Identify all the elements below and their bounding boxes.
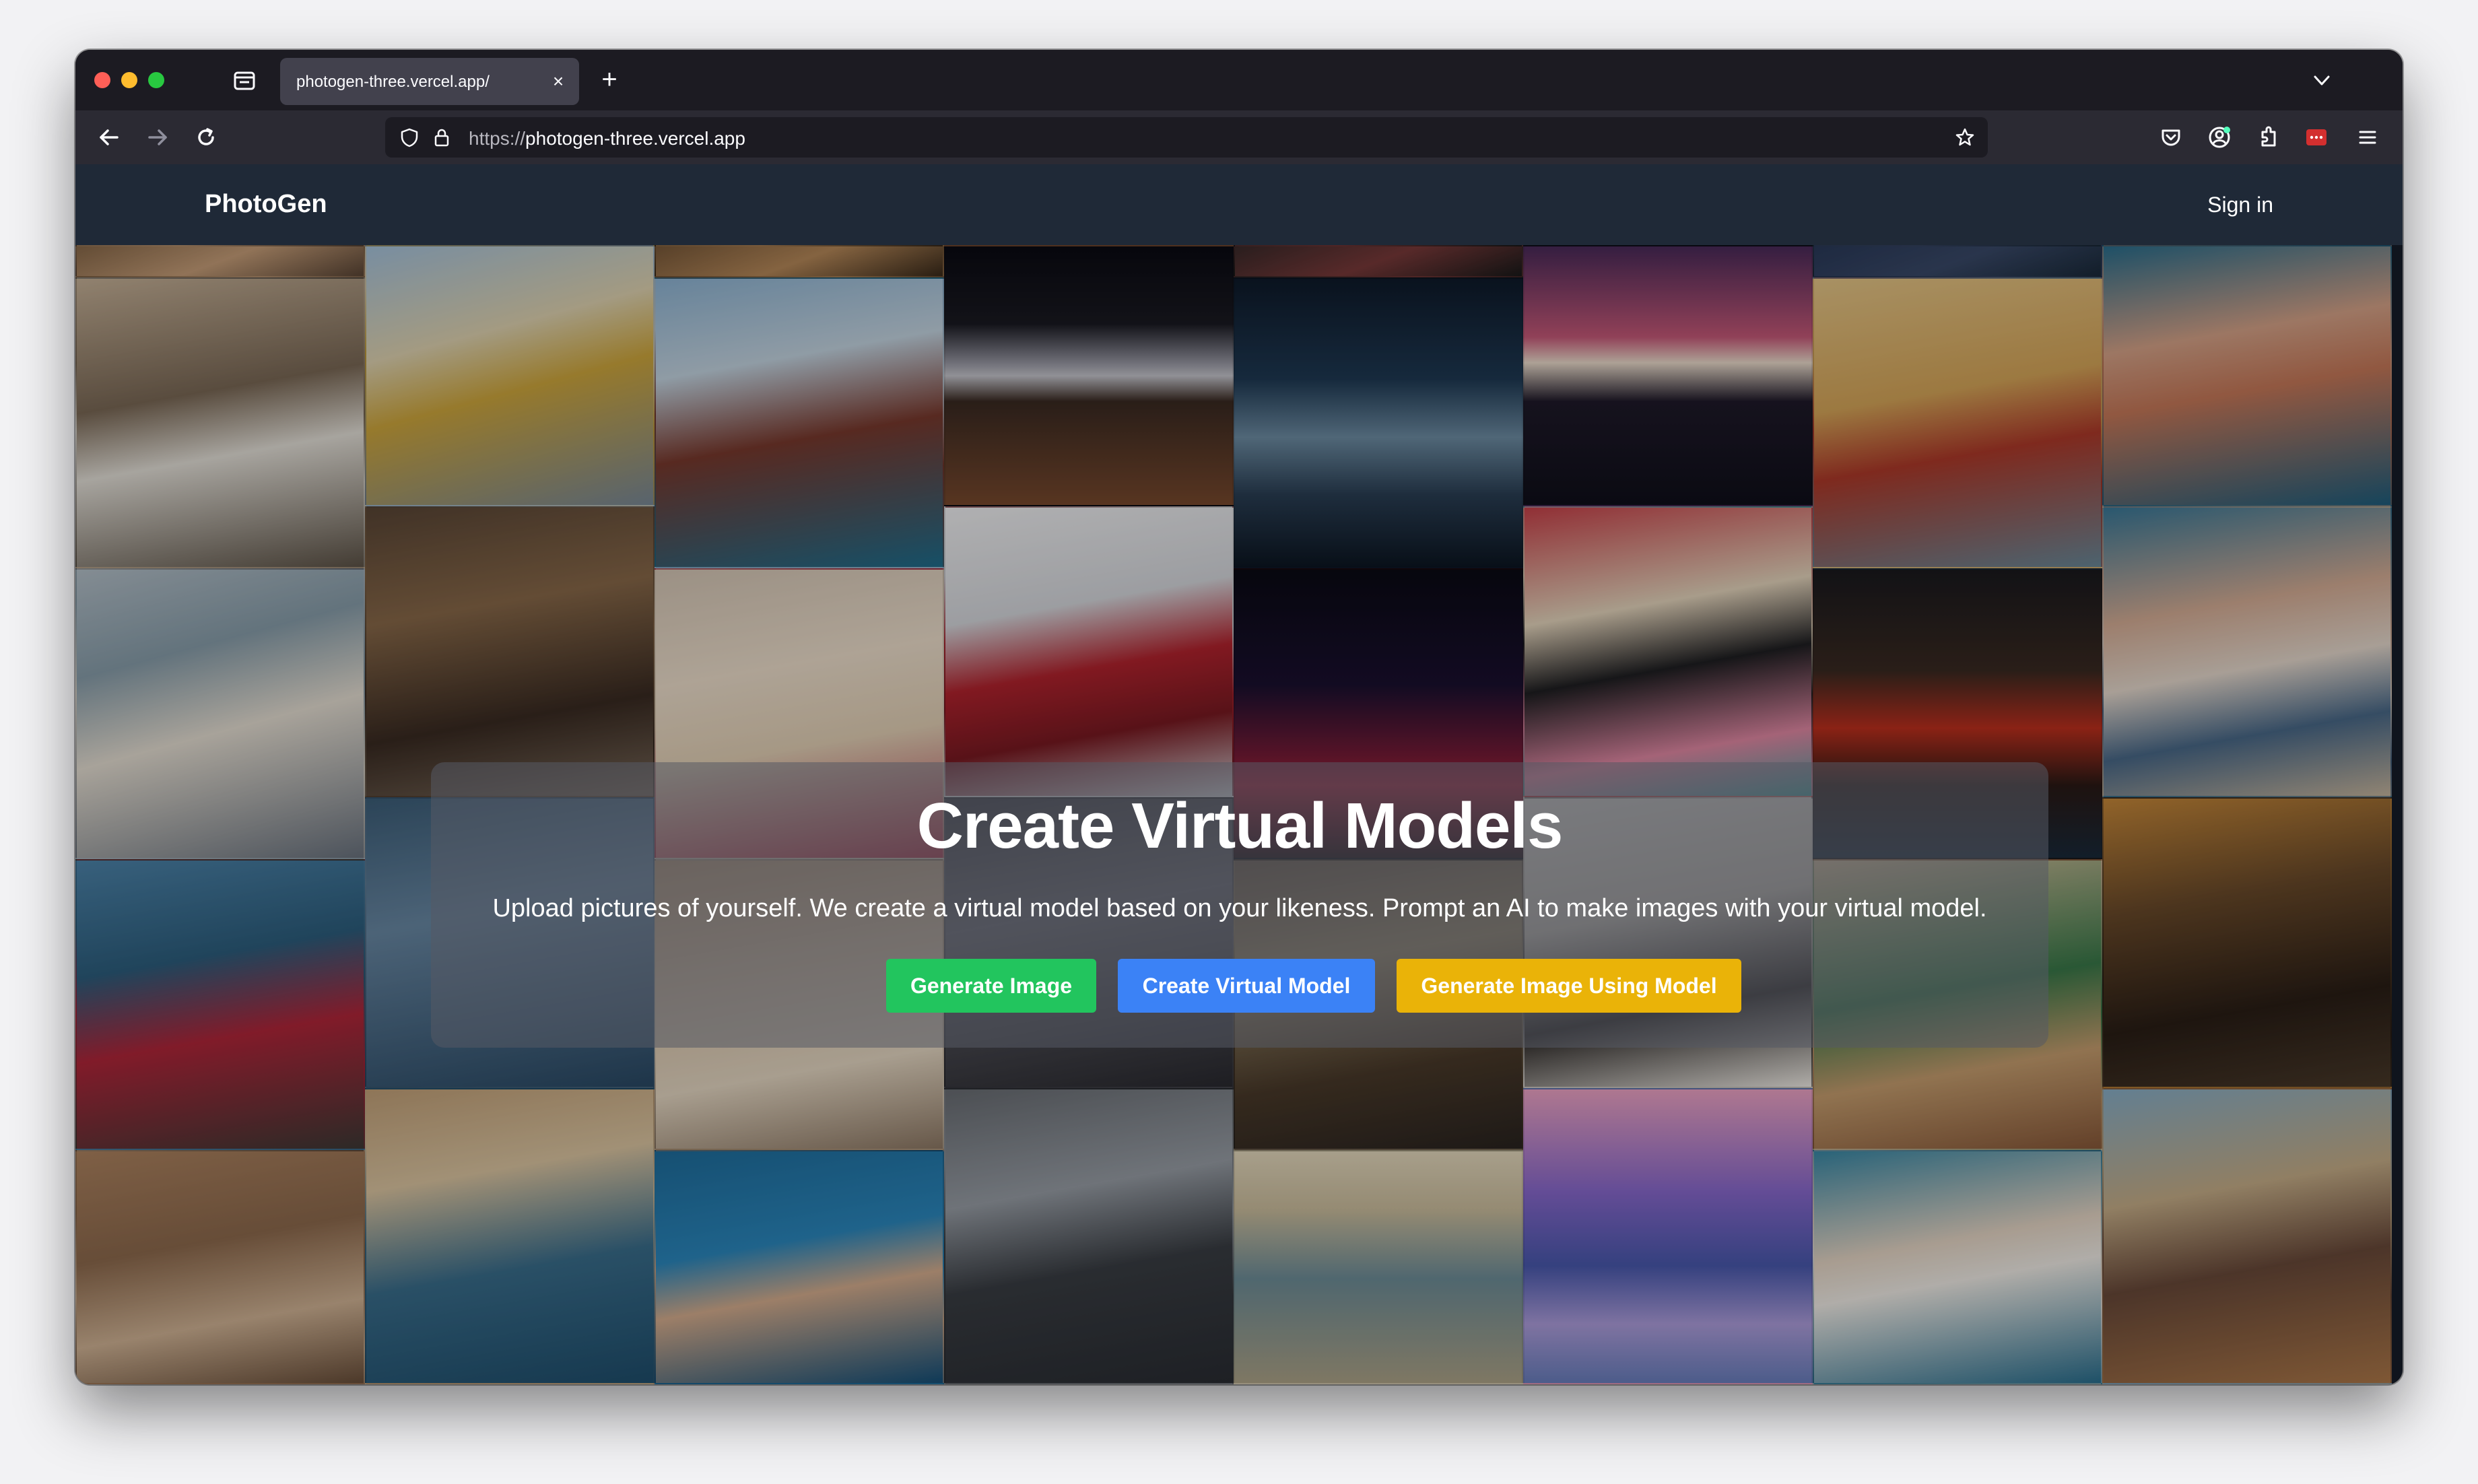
tab-strip: photogen-three.vercel.app/ × + (75, 50, 2403, 110)
bookmark-star-icon[interactable] (1954, 127, 1976, 148)
url-text[interactable]: https://photogen-three.vercel.app (469, 128, 745, 149)
gallery-image (1234, 245, 1523, 277)
plus-icon[interactable]: + (594, 65, 625, 96)
menu-icon[interactable] (2354, 124, 2381, 151)
gallery-image (2102, 1088, 2392, 1384)
tab-overview-icon[interactable] (232, 67, 257, 93)
zoom-window-button[interactable] (148, 72, 164, 88)
gallery-image (1813, 277, 2102, 568)
password-manager-icon[interactable] (2303, 124, 2330, 151)
gallery-image (365, 245, 655, 506)
gallery-image (1523, 245, 1813, 506)
account-icon[interactable] (2206, 124, 2233, 151)
gallery-image (944, 245, 1234, 506)
gallery-image (75, 859, 365, 1150)
gallery-image (75, 1150, 365, 1384)
pocket-icon[interactable] (2157, 124, 2184, 151)
gallery-image (1523, 1088, 1813, 1384)
chevron-down-icon[interactable] (2308, 67, 2335, 94)
gallery-image (365, 1088, 655, 1384)
shield-icon[interactable] (399, 127, 420, 148)
address-bar[interactable]: https://photogen-three.vercel.app (385, 117, 1988, 158)
gallery-image (365, 506, 655, 797)
gallery-image (75, 245, 365, 277)
back-arrow-icon[interactable] (93, 121, 125, 154)
web-page: PhotoGen Sign in Create Virtual Models U… (75, 164, 2403, 1384)
create-virtual-model-button[interactable]: Create Virtual Model (1118, 959, 1375, 1013)
lock-icon[interactable] (431, 127, 453, 148)
browser-window: photogen-three.vercel.app/ × + https://p… (75, 50, 2403, 1384)
minimize-window-button[interactable] (121, 72, 137, 88)
gallery-image (1234, 277, 1523, 568)
close-window-button[interactable] (94, 72, 110, 88)
reload-icon[interactable] (190, 121, 222, 154)
gallery-image (2102, 506, 2392, 797)
hero-panel: Create Virtual Models Upload pictures of… (431, 762, 2048, 1048)
close-icon[interactable]: × (547, 70, 570, 93)
gallery-image (2102, 797, 2392, 1088)
gallery-image (1523, 506, 1813, 797)
hero-subtitle: Upload pictures of yourself. We create a… (492, 894, 1987, 922)
gallery-image (944, 506, 1234, 797)
sign-in-link[interactable]: Sign in (2207, 193, 2273, 217)
gallery-image (1813, 245, 2102, 277)
url-scheme: https:// (469, 128, 526, 149)
url-host: photogen-three.vercel.app (525, 128, 745, 149)
extensions-icon[interactable] (2254, 124, 2281, 151)
gallery-image (1234, 1150, 1523, 1384)
site-header: PhotoGen Sign in (75, 164, 2403, 245)
forward-arrow-icon[interactable] (141, 121, 174, 154)
hero-title: Create Virtual Models (916, 790, 1564, 862)
gallery-image (944, 1088, 1234, 1384)
browser-tab-active[interactable]: photogen-three.vercel.app/ × (280, 58, 579, 105)
gallery-image (75, 568, 365, 859)
gallery-image (655, 1150, 944, 1384)
gallery-image (655, 245, 944, 277)
generate-image-button[interactable]: Generate Image (886, 959, 1096, 1013)
generate-image-using-model-button[interactable]: Generate Image Using Model (1397, 959, 1741, 1013)
gallery-image (1813, 1150, 2102, 1384)
brand-logo[interactable]: PhotoGen (205, 190, 327, 219)
gallery-image (2102, 245, 2392, 506)
navigation-toolbar: https://photogen-three.vercel.app (75, 110, 2403, 164)
gallery-image (655, 277, 944, 568)
gallery-image (75, 277, 365, 568)
tab-title: photogen-three.vercel.app/ (296, 73, 490, 91)
